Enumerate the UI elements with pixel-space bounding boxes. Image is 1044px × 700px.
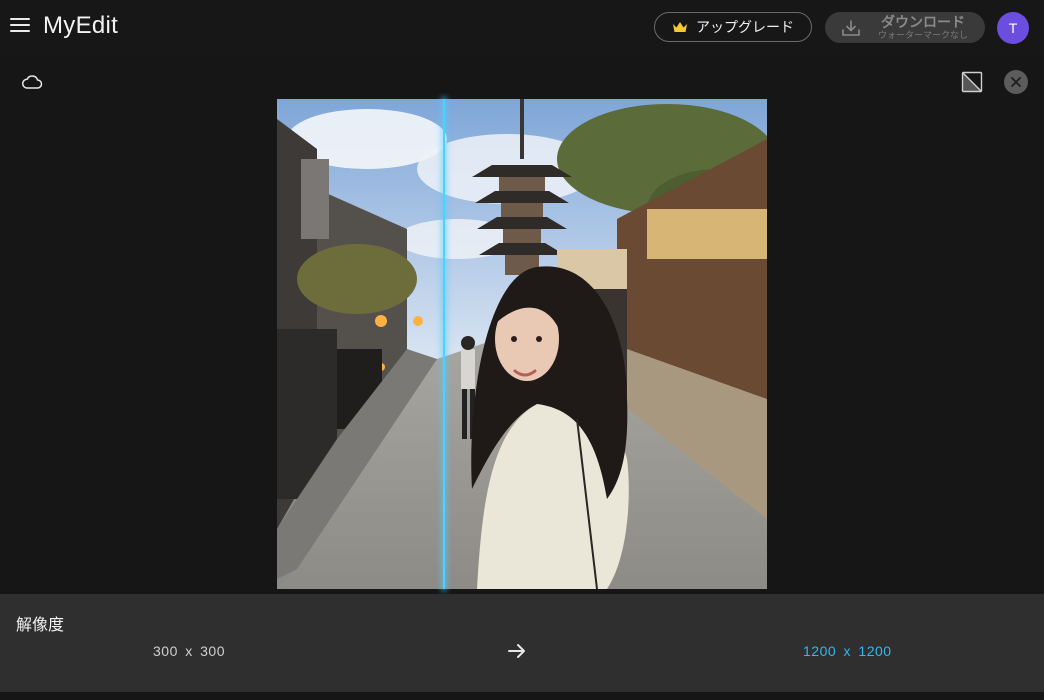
download-sublabel: ウォーターマークなし [877,30,968,40]
app-logo[interactable]: MyEdit [43,12,118,40]
resolution-title: 解像度 [16,617,65,634]
target-resolution: 1200 x 1200 [803,643,892,659]
comparison-divider[interactable] [443,99,445,589]
crown-icon [673,22,687,32]
cloud-icon[interactable] [21,73,43,91]
upgrade-label: アップグレード [696,19,794,35]
resolution-panel: 解像度 300 x 300 1200 x 1200 [0,594,1044,692]
arrow-right-icon [508,644,525,658]
download-icon [842,20,860,36]
download-button[interactable]: ダウンロード ウォーターマークなし [825,12,985,43]
user-avatar[interactable]: T [997,12,1029,44]
compare-toggle-icon[interactable] [960,70,984,94]
download-label: ダウンロード [881,14,965,30]
street-photo [277,99,767,589]
close-icon [1011,77,1021,87]
upgrade-button[interactable]: アップグレード [654,12,812,42]
before-after-image[interactable] [277,99,767,589]
source-resolution: 300 x 300 [153,643,225,659]
top-bar: MyEdit アップグレード ダウンロード ウォーターマークなし T [0,0,1044,56]
close-button[interactable] [1004,70,1028,94]
hamburger-menu-icon[interactable] [10,18,30,34]
